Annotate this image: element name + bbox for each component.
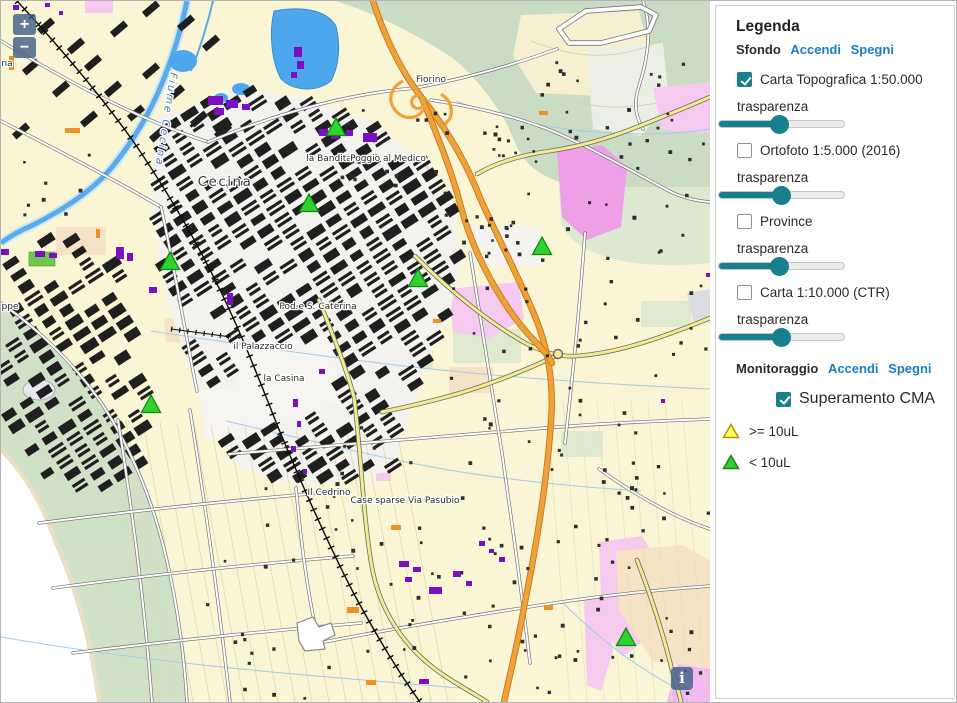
map-label: la Bandita [306, 154, 352, 164]
layer-row-province: Province [737, 214, 938, 229]
layer-label: Province [760, 214, 813, 229]
layer-row-carta-topografica: Carta Topografica 1:50.000 [737, 72, 938, 87]
green-triangle-icon [722, 454, 740, 470]
transparency-slider-province[interactable] [718, 262, 845, 270]
map-application: Cecina Fiorino la BanditaPoggio al Medico P… [0, 0, 957, 703]
map-label: Pod.e S. Caterina [279, 302, 356, 312]
info-button[interactable]: i [671, 667, 693, 690]
map-label: Poggio al Medico [350, 154, 426, 164]
yellow-triangle-icon [722, 423, 740, 439]
layer-checkbox-ctr[interactable] [737, 285, 752, 300]
symbol-label-lt10: < 10uL [749, 455, 791, 470]
layer-label: Ortofoto 1:5.000 (2016) [760, 143, 900, 158]
layer-checkbox-ortofoto[interactable] [737, 143, 752, 158]
sfondo-spegni-link[interactable]: Spegni [851, 42, 894, 57]
transparency-label: trasparenza [737, 170, 938, 185]
transparency-slider-ortofoto[interactable] [718, 191, 845, 199]
map-label: il Palazzaccio [233, 342, 293, 352]
transparency-slider-carta-topografica[interactable] [718, 120, 845, 128]
transparency-label: trasparenza [737, 99, 938, 114]
monitoraggio-label: Monitoraggio [736, 361, 818, 376]
legend-title: Legenda [736, 18, 938, 36]
zoom-out-button[interactable]: − [13, 37, 36, 58]
layer-row-ctr: Carta 1:10.000 (CTR) [737, 285, 938, 300]
transparency-label: trasparenza [737, 312, 938, 327]
monitoraggio-accendi-link[interactable]: Accendi [828, 361, 879, 376]
map-label: la Casina [263, 374, 304, 384]
superamento-cma-checkbox[interactable] [776, 392, 791, 407]
transparency-slider-ctr[interactable] [718, 333, 845, 341]
symbol-label-gte10: >= 10uL [749, 424, 799, 439]
zoom-in-button[interactable]: + [13, 14, 36, 35]
superamento-cma-label: Superamento CMA [799, 390, 935, 408]
transparency-label: trasparenza [737, 241, 938, 256]
map-viewport[interactable]: Cecina Fiorino la BanditaPoggio al Medico P… [1, 1, 710, 702]
sfondo-label: Sfondo [736, 42, 781, 57]
monitoring-section-header: Monitoraggio Accendi Spegni [736, 361, 938, 376]
map-canvas[interactable]: Cecina Fiorino la BanditaPoggio al Medico P… [1, 1, 710, 702]
symbol-row-gte10: >= 10uL [722, 423, 938, 439]
layer-label: Carta 1:10.000 (CTR) [760, 285, 890, 300]
map-label: Cecina [198, 174, 253, 190]
map-label: Fiorino [416, 75, 446, 85]
map-label: Il Cedrino [308, 488, 351, 498]
layer-checkbox-province[interactable] [737, 214, 752, 229]
map-label: Case sparse Via Pasubio [350, 496, 460, 506]
legend-panel: Legenda Sfondo Accendi Spegni Carta Topo… [715, 5, 955, 699]
layer-checkbox-carta-topografica[interactable] [737, 72, 752, 87]
sfondo-accendi-link[interactable]: Accendi [790, 42, 841, 57]
monitoraggio-spegni-link[interactable]: Spegni [888, 361, 931, 376]
symbol-row-lt10: < 10uL [722, 454, 938, 470]
layer-label: Carta Topografica 1:50.000 [760, 72, 923, 87]
layer-row-ortofoto: Ortofoto 1:5.000 (2016) [737, 143, 938, 158]
map-label: na [1, 59, 12, 69]
background-section-header: Sfondo Accendi Spegni [736, 42, 938, 57]
superamento-cma-row: Superamento CMA [776, 390, 938, 408]
map-label: ppe [2, 302, 19, 312]
